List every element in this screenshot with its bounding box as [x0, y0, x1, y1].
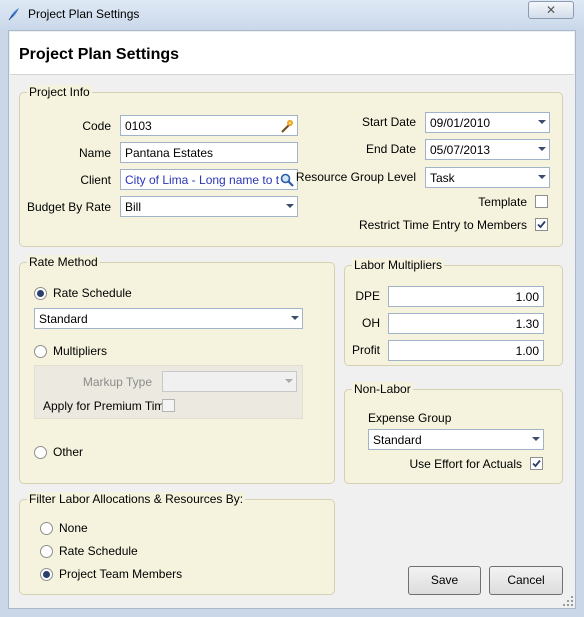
apply-premium-time-label: Apply for Premium Time [43, 399, 172, 413]
markup-type-label: Markup Type [82, 375, 152, 389]
rate-schedule-radio-label[interactable]: Rate Schedule [53, 286, 132, 300]
client-label: Client [80, 173, 111, 187]
profit-field[interactable]: 1.00 [388, 340, 544, 361]
save-button[interactable]: Save [408, 566, 481, 595]
rate-schedule-value: Standard [39, 312, 88, 326]
resource-group-level-label: Resource Group Level [295, 170, 416, 184]
multipliers-radio[interactable] [34, 345, 47, 358]
dpe-field[interactable]: 1.00 [388, 286, 544, 307]
template-label: Template [478, 195, 527, 209]
restrict-time-entry-label: Restrict Time Entry to Members [358, 218, 527, 232]
filter-group: Filter Labor Allocations & Resources By:… [19, 492, 335, 595]
chevron-down-icon [291, 316, 299, 320]
rate-schedule-radio[interactable] [34, 287, 47, 300]
name-field[interactable]: Pantana Estates [120, 142, 298, 163]
labor-multipliers-legend: Labor Multipliers [352, 258, 445, 272]
filter-rate-schedule-label[interactable]: Rate Schedule [59, 544, 138, 558]
dpe-label: DPE [355, 289, 380, 303]
start-date-label: Start Date [361, 115, 416, 129]
dialog-header: Project Plan Settings [10, 32, 574, 75]
non-labor-group: Non-Labor Expense Group Standard Use Eff… [344, 382, 563, 484]
filter-project-team-label[interactable]: Project Team Members [59, 567, 182, 581]
budget-by-rate-label: Budget By Rate [26, 200, 111, 214]
checkmark-icon [532, 459, 541, 468]
start-date-value: 09/01/2010 [430, 116, 491, 130]
cancel-button[interactable]: Cancel [489, 566, 563, 595]
oh-label: OH [362, 316, 380, 330]
expense-group-select[interactable]: Standard [368, 429, 544, 450]
use-effort-label: Use Effort for Actuals [409, 457, 523, 471]
start-date-picker[interactable]: 09/01/2010 [425, 112, 550, 133]
other-radio-label[interactable]: Other [53, 445, 83, 459]
resource-group-level-value: Task [430, 171, 455, 185]
checkmark-icon [537, 220, 546, 229]
resize-grip-icon[interactable] [562, 595, 574, 607]
chevron-down-icon [538, 120, 546, 124]
resource-group-level-select[interactable]: Task [425, 167, 550, 188]
filter-legend: Filter Labor Allocations & Resources By: [27, 492, 246, 506]
project-info-legend: Project Info [27, 85, 92, 99]
code-value: 0103 [125, 119, 152, 133]
rate-schedule-select[interactable]: Standard [34, 308, 303, 329]
wand-icon[interactable] [279, 118, 295, 134]
non-labor-legend: Non-Labor [352, 382, 413, 396]
chevron-down-icon [285, 379, 293, 383]
window-title-bar[interactable]: Project Plan Settings ✕ [0, 0, 584, 30]
filter-none-radio[interactable] [40, 522, 53, 535]
end-date-value: 05/07/2013 [430, 143, 491, 157]
close-button[interactable]: ✕ [528, 1, 574, 19]
multipliers-radio-label[interactable]: Multipliers [53, 344, 107, 358]
labor-multipliers-group: Labor Multipliers DPE 1.00 OH 1.30 Profi… [344, 258, 563, 366]
budget-by-rate-select[interactable]: Bill [120, 196, 298, 217]
chevron-down-icon [286, 204, 294, 208]
expense-group-value: Standard [373, 433, 422, 447]
filter-none-label[interactable]: None [59, 521, 88, 535]
apply-premium-time-checkbox[interactable] [162, 399, 175, 412]
code-label: Code [82, 119, 111, 133]
end-date-picker[interactable]: 05/07/2013 [425, 139, 550, 160]
restrict-time-entry-checkbox[interactable] [535, 218, 548, 231]
chevron-down-icon [538, 147, 546, 151]
multipliers-options-panel: Markup Type Apply for Premium Time [34, 365, 303, 419]
other-radio[interactable] [34, 446, 47, 459]
window-title: Project Plan Settings [28, 7, 140, 21]
chevron-down-icon [532, 437, 540, 441]
code-field[interactable]: 0103 [120, 115, 298, 136]
chevron-down-icon [538, 175, 546, 179]
oh-field[interactable]: 1.30 [388, 313, 544, 334]
filter-rate-schedule-radio[interactable] [40, 545, 53, 558]
name-label: Name [78, 146, 111, 160]
rate-method-legend: Rate Method [27, 255, 100, 269]
feather-icon [8, 8, 19, 21]
page-title: Project Plan Settings [19, 46, 180, 63]
client-value: City of Lima - Long name to t [125, 173, 280, 187]
budget-by-rate-value: Bill [125, 200, 142, 214]
dialog-body: Project Plan Settings Project Info Code … [8, 30, 576, 609]
expense-group-label: Expense Group [368, 411, 452, 425]
use-effort-checkbox[interactable] [530, 457, 543, 470]
template-checkbox[interactable] [535, 195, 548, 208]
project-info-group: Project Info Code 0103 Name Pantana Esta… [19, 85, 563, 247]
filter-project-team-radio[interactable] [40, 568, 53, 581]
markup-type-select[interactable] [162, 371, 297, 392]
profit-label: Profit [351, 343, 380, 357]
end-date-label: End Date [365, 142, 416, 156]
rate-method-group: Rate Method Rate Schedule Standard Multi… [19, 255, 335, 484]
